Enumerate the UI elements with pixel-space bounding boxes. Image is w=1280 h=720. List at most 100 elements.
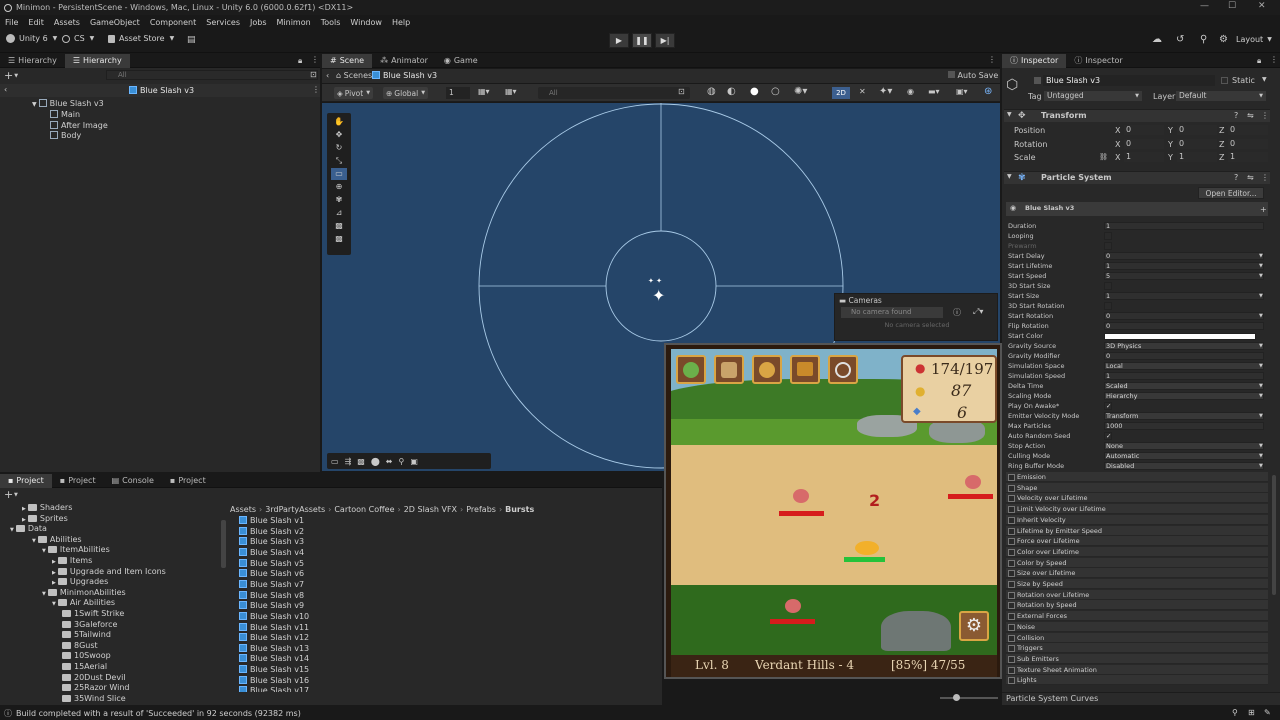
particle-prop-field[interactable] bbox=[1104, 262, 1264, 270]
minimize-icon[interactable]: — bbox=[1200, 1, 1209, 11]
particle-module-row[interactable]: Size by Speed bbox=[1006, 579, 1268, 589]
transform-y-field[interactable]: 0 bbox=[1177, 125, 1217, 135]
more-menu-icon[interactable]: ⋮ bbox=[311, 55, 319, 64]
active-checkbox[interactable] bbox=[1034, 77, 1041, 84]
tag-dropdown[interactable]: Untagged ▼ bbox=[1044, 91, 1142, 101]
settings-button[interactable]: ⚙ bbox=[959, 611, 989, 641]
close-icon[interactable]: ✕ bbox=[1258, 1, 1266, 11]
tab-inspector-1[interactable]: ⓘ Inspector bbox=[1002, 54, 1067, 68]
move-icon[interactable]: ⇶ bbox=[345, 457, 352, 466]
hierarchy-item[interactable]: Main bbox=[50, 110, 80, 119]
expand-arrow-icon[interactable]: ▼ bbox=[52, 601, 56, 607]
folder-tree-item[interactable]: ▼ Air Abilities bbox=[52, 598, 115, 607]
transform-z-field[interactable]: 0 bbox=[1228, 125, 1268, 135]
search-filter-icon[interactable]: ⊡ bbox=[678, 87, 685, 96]
chevron-down-icon[interactable]: ▼ bbox=[1259, 413, 1263, 419]
ability-button-5[interactable] bbox=[828, 355, 858, 384]
constrain-proportions-icon[interactable]: ⛓ bbox=[1099, 153, 1108, 161]
asset-item[interactable]: Blue Slash v11 bbox=[239, 622, 309, 632]
activity-icon[interactable]: ⚲ bbox=[1232, 708, 1238, 717]
package-icon[interactable]: ▤ bbox=[187, 35, 196, 45]
lock-icon[interactable]: 🔒︎ bbox=[1257, 56, 1261, 66]
tab-hierarchy-1[interactable]: ☰ Hierarchy bbox=[0, 54, 65, 68]
breadcrumb-segment[interactable]: Prefabs bbox=[466, 505, 496, 514]
particle-module-row[interactable]: Lifetime by Emitter Speed bbox=[1006, 525, 1268, 536]
particle-main-module-header[interactable]: ◉ Blue Slash v3 + bbox=[1006, 202, 1268, 216]
asset-store-button[interactable]: Asset Store ▼ bbox=[108, 34, 174, 43]
folder-tree-item[interactable]: ▼ Data bbox=[10, 524, 47, 533]
asset-item[interactable]: Blue Slash v16 bbox=[239, 675, 309, 685]
menu-gameobject[interactable]: GameObject bbox=[85, 18, 145, 27]
help-icon[interactable]: ? bbox=[1234, 111, 1238, 120]
asset-item[interactable]: Blue Slash v5 bbox=[239, 558, 304, 568]
menu-file[interactable]: File bbox=[0, 18, 23, 27]
transform-x-field[interactable]: 1 bbox=[1124, 152, 1164, 162]
menu-services[interactable]: Services bbox=[201, 18, 245, 27]
breadcrumb-segment[interactable]: 3rdPartyAssets bbox=[265, 505, 325, 514]
asset-item[interactable]: Blue Slash v4 bbox=[239, 547, 304, 557]
more-menu-icon[interactable]: ⋮ bbox=[312, 85, 320, 94]
tab-project-3[interactable]: ▪ Project bbox=[162, 474, 214, 488]
play-button[interactable]: ▶ bbox=[609, 33, 629, 48]
asset-item[interactable]: Blue Slash v17 bbox=[239, 686, 309, 692]
tab-project-1[interactable]: ▪ Project bbox=[0, 473, 52, 488]
effects-icon[interactable]: ✦▾ bbox=[879, 86, 892, 97]
fill-icon[interactable]: ⬤ bbox=[371, 457, 380, 466]
help-icon[interactable]: ? bbox=[1234, 173, 1238, 182]
zoom-slider-handle[interactable] bbox=[953, 694, 960, 701]
grid-tool-icon[interactable]: ▩ bbox=[331, 233, 347, 245]
chevron-down-icon[interactable]: ▼ bbox=[1259, 383, 1263, 389]
more-menu-icon[interactable]: ⋮ bbox=[988, 55, 996, 64]
asset-item[interactable]: Blue Slash v1 bbox=[239, 516, 304, 525]
asset-item[interactable]: Blue Slash v7 bbox=[239, 579, 304, 589]
particle-prop-field[interactable] bbox=[1104, 252, 1264, 260]
particle-prop-field[interactable] bbox=[1104, 352, 1264, 360]
open-editor-button[interactable]: Open Editor... bbox=[1198, 187, 1264, 199]
chevron-down-icon[interactable]: ▼ bbox=[1259, 313, 1263, 319]
collapse-arrow-icon[interactable]: ▶ bbox=[52, 570, 56, 576]
asset-item[interactable]: Blue Slash v6 bbox=[239, 569, 304, 578]
chevron-down-icon[interactable]: ▼ bbox=[1259, 453, 1263, 459]
menu-assets[interactable]: Assets bbox=[49, 18, 85, 27]
preset-icon[interactable]: ⇋ bbox=[1247, 173, 1254, 182]
particle-prop-field[interactable] bbox=[1104, 272, 1264, 280]
scale-tool-icon[interactable]: ⤡ bbox=[331, 155, 347, 167]
folder-tree-item[interactable]: ▼ Abilities bbox=[32, 535, 82, 544]
add-icon[interactable]: + bbox=[1260, 205, 1267, 214]
scene-search-input[interactable]: All bbox=[538, 87, 690, 99]
particle-prop-field[interactable] bbox=[1104, 422, 1264, 430]
audio-icon[interactable]: ✕ bbox=[859, 87, 866, 96]
particle-module-row[interactable]: Inherit Velocity bbox=[1006, 514, 1268, 525]
folder-tree-item[interactable]: ▶ Sprites bbox=[22, 514, 68, 523]
inspector-scrollbar[interactable] bbox=[1272, 475, 1276, 595]
account-button[interactable]: Unity 6 ▼ bbox=[6, 34, 57, 43]
start-color-swatch[interactable] bbox=[1104, 333, 1256, 340]
more-menu-icon[interactable]: ⋮ bbox=[1261, 173, 1269, 182]
folder-tree-item[interactable]: 3Galeforce bbox=[62, 620, 117, 629]
particle-prop-field[interactable] bbox=[1104, 382, 1264, 390]
transform-header[interactable]: ▼ ✥ Transform ? ⇋ ⋮ bbox=[1004, 109, 1270, 122]
collapse-arrow-icon[interactable]: ▶ bbox=[22, 506, 26, 512]
tab-animator[interactable]: ⁂ Animator bbox=[372, 54, 436, 68]
collapse-arrow-icon[interactable]: ▶ bbox=[52, 559, 56, 565]
menu-edit[interactable]: Edit bbox=[23, 18, 49, 27]
asset-item[interactable]: Blue Slash v9 bbox=[239, 601, 304, 610]
object-name-input[interactable]: Blue Slash v3 bbox=[1043, 75, 1215, 86]
zoom-icon[interactable]: ⚲ bbox=[398, 457, 404, 466]
folder-tree-item[interactable]: ▼ MinimonAbilities bbox=[42, 588, 126, 597]
asset-item[interactable]: Blue Slash v10 bbox=[239, 611, 309, 621]
folder-tree-item[interactable]: 10Swoop bbox=[62, 651, 111, 660]
asset-item[interactable]: Blue Slash v12 bbox=[239, 633, 309, 642]
debug-icon[interactable]: ✎ bbox=[1264, 708, 1271, 717]
particle-prop-field[interactable] bbox=[1104, 322, 1264, 330]
tab-hierarchy-2[interactable]: ☰ Hierarchy bbox=[64, 53, 130, 68]
chevron-down-icon[interactable]: ▼ bbox=[1259, 253, 1263, 259]
expand-icon[interactable]: ⤢▾ bbox=[973, 307, 983, 317]
chevron-down-icon[interactable]: ▼ bbox=[1259, 343, 1263, 349]
asset-item[interactable]: Blue Slash v2 bbox=[239, 526, 304, 536]
settings-icon[interactable]: ⚙ bbox=[1219, 34, 1228, 45]
lock-icon[interactable]: 🔒︎ bbox=[298, 56, 302, 66]
chevron-down-icon[interactable]: ▼ bbox=[14, 492, 18, 498]
chevron-down-icon[interactable]: ▼ bbox=[1259, 363, 1263, 369]
particle-tool-icon[interactable]: ✾ bbox=[331, 194, 347, 206]
